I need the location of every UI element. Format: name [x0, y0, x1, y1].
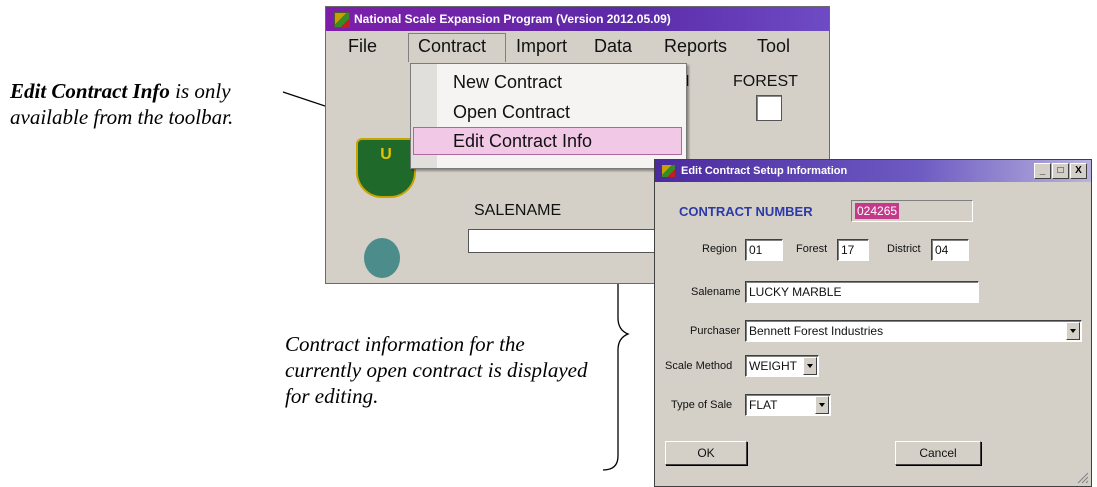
forest-label: FOREST	[733, 73, 798, 90]
forest-field-input[interactable]: 17	[837, 239, 869, 261]
salename-label: SALENAME	[474, 202, 562, 219]
menu-item-new-contract[interactable]: New Contract	[453, 72, 562, 93]
edit-contract-dialog: Edit Contract Setup Information _ □ X CO…	[654, 159, 1092, 487]
menu-bar: File Contract Import Data Reports Tool	[326, 31, 829, 63]
menu-item-edit-contract-info[interactable]: Edit Contract Info	[453, 131, 592, 152]
usfs-shield-logo: U	[356, 138, 416, 198]
menu-contract[interactable]: Contract	[418, 36, 486, 57]
close-button[interactable]: X	[1070, 163, 1087, 179]
district-label: District	[887, 243, 921, 255]
app-icon	[334, 12, 350, 28]
region-input[interactable]: 01	[745, 239, 783, 261]
menu-import[interactable]: Import	[516, 36, 567, 57]
contract-number-label: CONTRACT NUMBER	[679, 204, 813, 219]
maximize-button[interactable]: □	[1052, 163, 1069, 179]
menu-data[interactable]: Data	[594, 36, 632, 57]
scale-method-select[interactable]: WEIGHT	[745, 355, 819, 377]
menu-reports[interactable]: Reports	[664, 36, 727, 57]
dialog-title-bar: Edit Contract Setup Information _ □ X	[655, 160, 1091, 182]
round-logo	[364, 238, 400, 278]
salename-field-label: Salename	[691, 286, 741, 298]
type-of-sale-value: FLAT	[749, 398, 778, 412]
resize-grip-icon[interactable]	[1075, 470, 1089, 484]
forest-field-label: Forest	[796, 243, 828, 255]
district-input[interactable]: 04	[931, 239, 969, 261]
menu-file[interactable]: File	[348, 36, 377, 57]
scale-method-dropdown-icon[interactable]	[803, 357, 817, 375]
contract-number-field: 024265	[851, 200, 973, 222]
contract-info-caption: Contract information for the currently o…	[285, 332, 588, 408]
dialog-app-icon	[662, 165, 675, 177]
purchaser-label: Purchaser	[690, 325, 741, 337]
menu-item-open-contract[interactable]: Open Contract	[453, 102, 570, 123]
menu-tools[interactable]: Tool	[757, 36, 790, 57]
scale-method-label: Scale Method	[665, 360, 733, 372]
ok-button[interactable]: OK	[665, 441, 747, 465]
main-title-bar: National Scale Expansion Program (Versio…	[326, 7, 829, 31]
scale-method-value: WEIGHT	[749, 359, 797, 373]
contract-dropdown-menu: New Contract Open Contract Edit Contract…	[410, 63, 687, 169]
cancel-button[interactable]: Cancel	[895, 441, 981, 465]
salename-input[interactable]	[468, 229, 680, 253]
dialog-title-text: Edit Contract Setup Information	[681, 165, 848, 177]
forest-input[interactable]	[756, 95, 782, 121]
minimize-button[interactable]: _	[1034, 163, 1051, 179]
salename-field-input[interactable]: LUCKY MARBLE	[745, 281, 979, 303]
purchaser-dropdown-icon[interactable]	[1066, 322, 1080, 340]
type-of-sale-select[interactable]: FLAT	[745, 394, 831, 416]
region-label: Region	[702, 243, 737, 255]
purchaser-value: Bennett Forest Industries	[749, 324, 884, 338]
type-of-sale-label: Type of Sale	[671, 399, 733, 411]
main-title-text: National Scale Expansion Program (Versio…	[354, 12, 671, 26]
purchaser-select[interactable]: Bennett Forest Industries	[745, 320, 1082, 342]
type-of-sale-dropdown-icon[interactable]	[815, 396, 829, 414]
